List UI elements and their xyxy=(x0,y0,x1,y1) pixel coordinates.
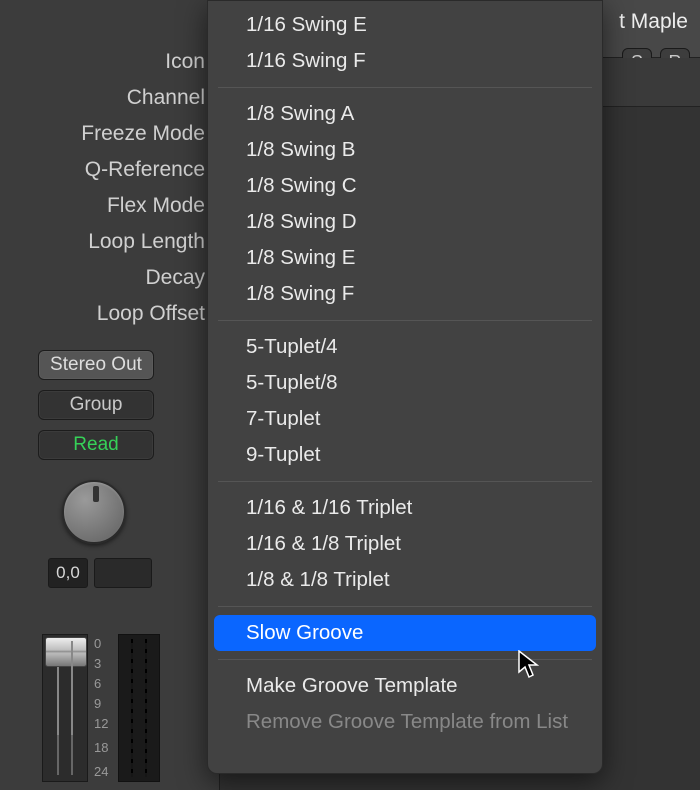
pan-value-empty[interactable] xyxy=(94,558,152,588)
inspector-panel: Icon Channel Freeze Mode Q-Reference Fle… xyxy=(0,0,220,790)
track-title-fragment: t Maple xyxy=(619,10,688,34)
menu-item[interactable]: 5-Tuplet/8 xyxy=(214,365,596,401)
menu-item-selected[interactable]: Slow Groove xyxy=(214,615,596,651)
pan-value[interactable]: 0,0 xyxy=(48,558,88,588)
fader-cap[interactable] xyxy=(45,637,87,667)
label-flex: Flex Mode xyxy=(0,188,219,224)
label-qref: Q-Reference xyxy=(0,152,219,188)
menu-item[interactable]: 1/8 Swing C xyxy=(214,168,596,204)
label-channel: Channel xyxy=(0,80,219,116)
menu-item[interactable]: 1/8 Swing A xyxy=(214,96,596,132)
menu-item[interactable]: 1/8 Swing B xyxy=(214,132,596,168)
volume-fader[interactable] xyxy=(42,634,88,782)
label-freeze: Freeze Mode xyxy=(0,116,219,152)
quantize-menu[interactable]: 1/16 Swing E 1/16 Swing F 1/8 Swing A 1/… xyxy=(207,0,603,774)
menu-item-make-template[interactable]: Make Groove Template xyxy=(214,668,596,704)
menu-separator xyxy=(218,320,592,321)
label-decay: Decay xyxy=(0,260,219,296)
label-icon: Icon xyxy=(0,44,219,80)
label-looplen: Loop Length xyxy=(0,224,219,260)
menu-item[interactable]: 1/16 Swing F xyxy=(214,43,596,79)
meter-scale: 0 3 6 9 12 18 24 xyxy=(88,634,118,782)
menu-item[interactable]: 5-Tuplet/4 xyxy=(214,329,596,365)
menu-separator xyxy=(218,87,592,88)
group-button[interactable]: Group xyxy=(38,390,154,420)
pan-knob[interactable] xyxy=(62,480,126,544)
menu-item[interactable]: 1/16 & 1/8 Triplet xyxy=(214,526,596,562)
menu-separator xyxy=(218,606,592,607)
menu-item[interactable]: 1/8 & 1/8 Triplet xyxy=(214,562,596,598)
menu-item[interactable]: 1/8 Swing F xyxy=(214,276,596,312)
level-meter xyxy=(118,634,160,782)
menu-item[interactable]: 1/8 Swing D xyxy=(214,204,596,240)
automation-read-button[interactable]: Read xyxy=(38,430,154,460)
menu-item-remove-template: Remove Groove Template from List xyxy=(214,704,596,740)
menu-item[interactable]: 1/16 & 1/16 Triplet xyxy=(214,490,596,526)
menu-item[interactable]: 9-Tuplet xyxy=(214,437,596,473)
menu-separator xyxy=(218,481,592,482)
menu-item[interactable]: 7-Tuplet xyxy=(214,401,596,437)
stereo-out-button[interactable]: Stereo Out xyxy=(38,350,154,380)
menu-separator xyxy=(218,659,592,660)
menu-item[interactable]: 1/16 Swing E xyxy=(214,7,596,43)
label-loopoff: Loop Offset xyxy=(0,296,219,332)
menu-item[interactable]: 1/8 Swing E xyxy=(214,240,596,276)
